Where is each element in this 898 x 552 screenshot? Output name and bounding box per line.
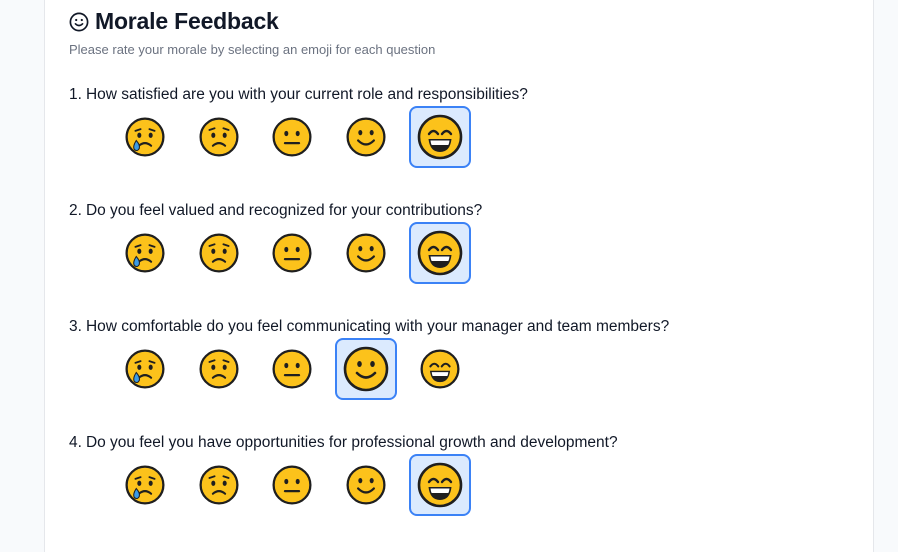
slightly-smiling-face-icon: [345, 116, 387, 158]
emoji-option-4[interactable]: [335, 338, 397, 400]
emoji-option-2[interactable]: [188, 338, 250, 400]
emoji-option-5[interactable]: [409, 338, 471, 400]
crying-face-icon: [124, 464, 166, 506]
emoji-option-4[interactable]: [335, 454, 397, 516]
slightly-smiling-face-icon: [342, 345, 390, 393]
worried-face-icon: [198, 348, 240, 390]
emoji-option-1[interactable]: [114, 222, 176, 284]
grinning-face-icon: [416, 229, 464, 277]
emoji-option-5[interactable]: [409, 454, 471, 516]
emoji-option-1[interactable]: [114, 106, 176, 168]
neutral-face-icon: [271, 464, 313, 506]
emoji-option-5[interactable]: [409, 106, 471, 168]
grinning-face-icon: [419, 348, 461, 390]
question-1: 1. How satisfied are you with your curren…: [69, 86, 869, 196]
emoji-option-3[interactable]: [261, 338, 323, 400]
question-2: 2. Do you feel valued and recognized for …: [69, 202, 869, 312]
emoji-option-4[interactable]: [335, 106, 397, 168]
emoji-option-1[interactable]: [114, 454, 176, 516]
neutral-face-icon: [271, 116, 313, 158]
emoji-option-5[interactable]: [409, 222, 471, 284]
worried-face-icon: [198, 232, 240, 274]
emoji-options: [81, 104, 481, 174]
worried-face-icon: [198, 464, 240, 506]
neutral-face-icon: [271, 348, 313, 390]
emoji-options: [81, 452, 481, 522]
crying-face-icon: [124, 348, 166, 390]
emoji-option-3[interactable]: [261, 222, 323, 284]
header: Morale Feedback: [69, 8, 279, 35]
slightly-smiling-face-icon: [345, 232, 387, 274]
question-3: 3. How comfortable do you feel communicat…: [69, 318, 869, 428]
question-label: 3. How comfortable do you feel communicat…: [69, 318, 670, 335]
emoji-option-3[interactable]: [261, 454, 323, 516]
slightly-smiling-face-icon: [345, 464, 387, 506]
question-4: 4. Do you feel you have opportunities for…: [69, 434, 869, 544]
page-subtitle: Please rate your morale by selecting an …: [69, 42, 436, 57]
emoji-option-1[interactable]: [114, 338, 176, 400]
emoji-option-2[interactable]: [188, 106, 250, 168]
emoji-option-4[interactable]: [335, 222, 397, 284]
grinning-face-icon: [416, 113, 464, 161]
crying-face-icon: [124, 232, 166, 274]
emoji-options: [81, 336, 481, 406]
neutral-face-icon: [271, 232, 313, 274]
feedback-card: Morale Feedback Please rate your morale …: [44, 0, 874, 552]
emoji-option-2[interactable]: [188, 454, 250, 516]
crying-face-icon: [124, 116, 166, 158]
page-title: Morale Feedback: [95, 8, 279, 34]
worried-face-icon: [198, 116, 240, 158]
grinning-face-icon: [416, 461, 464, 509]
emoji-options: [81, 220, 481, 290]
question-label: 2. Do you feel valued and recognized for …: [69, 202, 483, 219]
emoji-option-3[interactable]: [261, 106, 323, 168]
emoji-option-2[interactable]: [188, 222, 250, 284]
question-label: 1. How satisfied are you with your curren…: [69, 86, 528, 103]
question-label: 4. Do you feel you have opportunities for…: [69, 434, 618, 451]
smiley-icon: [69, 12, 89, 32]
